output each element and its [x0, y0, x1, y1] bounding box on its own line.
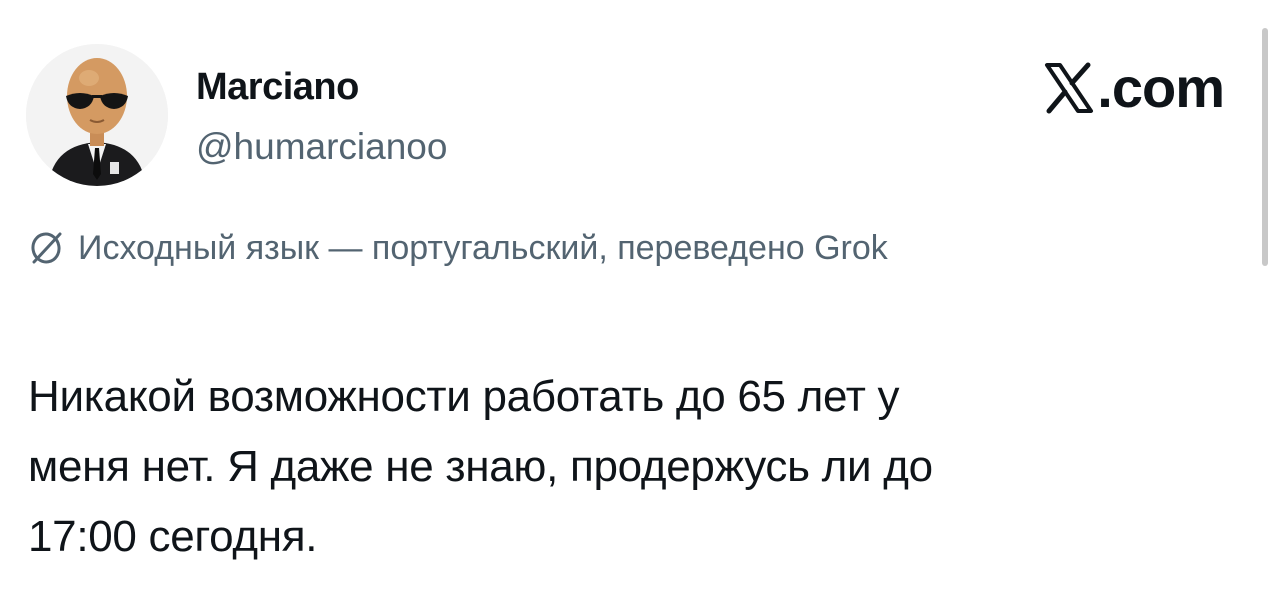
brand-link[interactable]: .com — [1043, 54, 1225, 122]
tweet-text: Никакой возможности работать до 65 лет у… — [28, 362, 1208, 572]
alien-in-suit-avatar — [26, 44, 168, 186]
tweet-text-line: 17:00 сегодня. — [28, 512, 318, 561]
display-name[interactable]: Marciano — [196, 64, 359, 110]
avatar[interactable] — [26, 44, 168, 186]
tweet-text-line: меня нет. Я даже не знаю, продержусь ли … — [28, 442, 933, 491]
translation-note-text: Исходный язык — португальский, переведен… — [78, 229, 888, 267]
brand-label: .com — [1097, 56, 1225, 119]
globe-icon — [31, 232, 62, 264]
scrollbar[interactable] — [1262, 28, 1268, 266]
tweet-text-line: Никакой возможности работать до 65 лет у — [28, 372, 900, 421]
translation-note[interactable]: Исходный язык — португальский, переведен… — [28, 226, 888, 270]
x-logo-icon — [1045, 62, 1094, 114]
user-handle[interactable]: @humarcianoo — [196, 124, 447, 170]
